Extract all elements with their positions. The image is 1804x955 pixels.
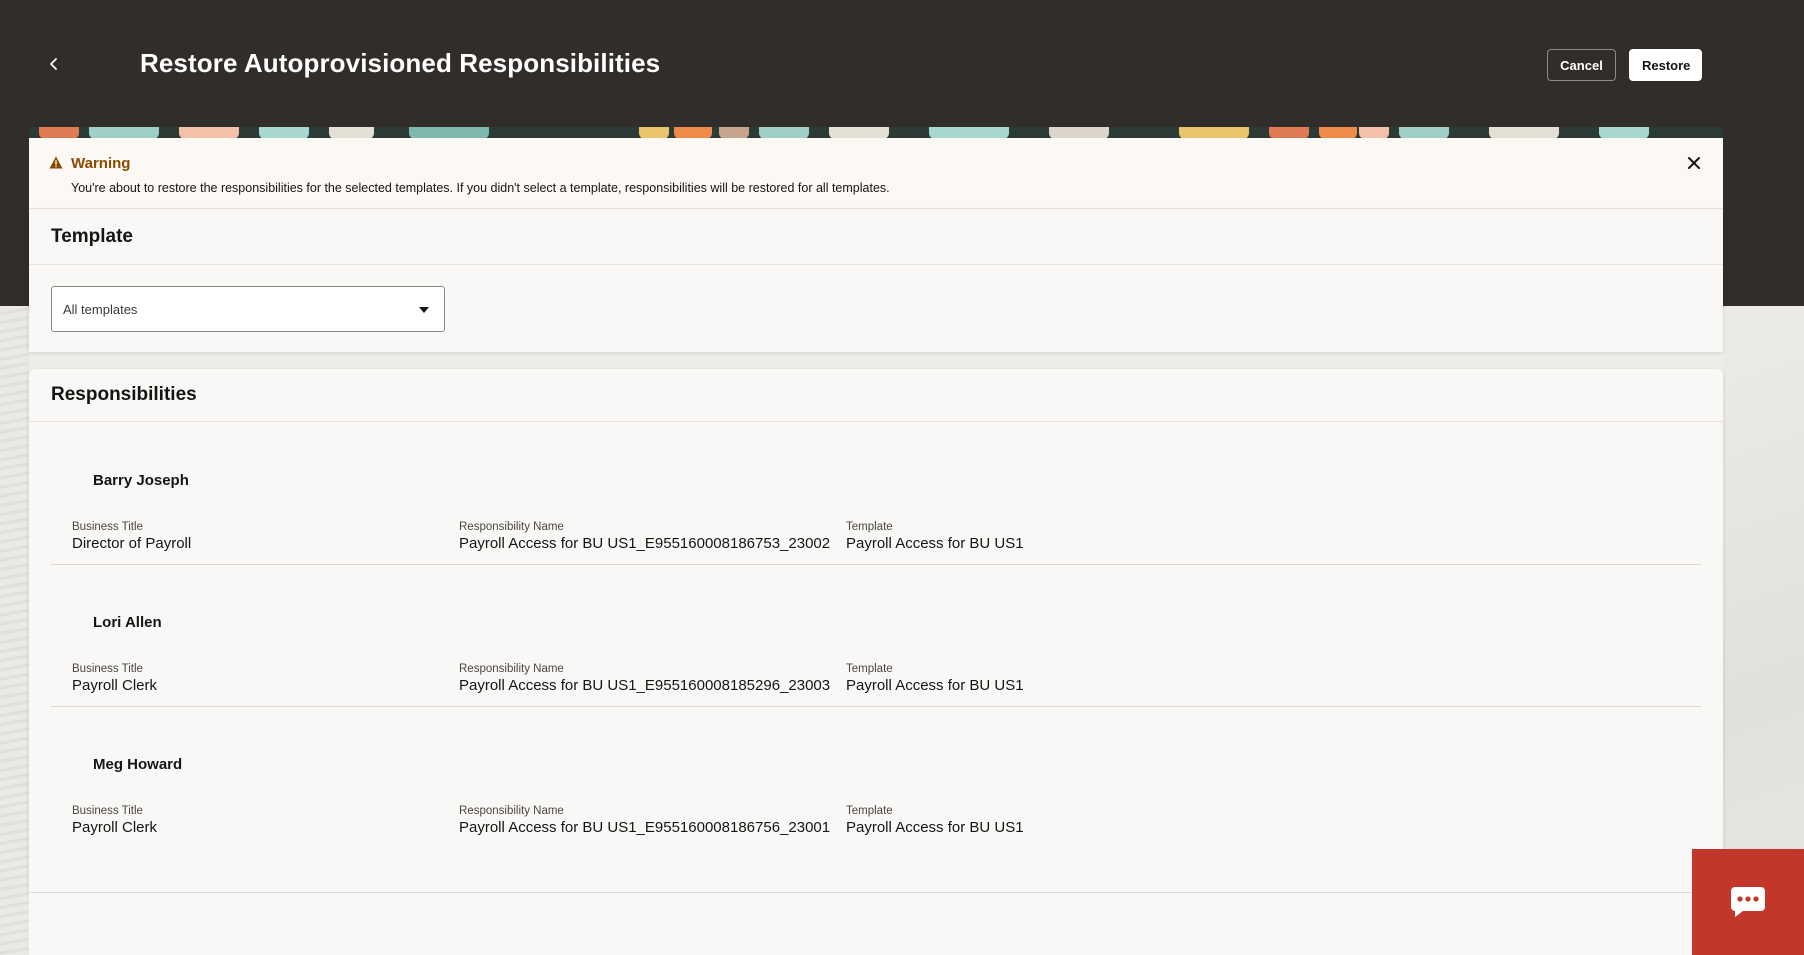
business-title-field: Business Title Director of Payroll [72, 520, 191, 553]
responsibility-name-label: Responsibility Name [459, 805, 564, 817]
business-title-value: Payroll Clerk [72, 677, 158, 694]
template-value: Payroll Access for BU US1 [846, 535, 1024, 552]
template-panel: Template All templates [29, 209, 1723, 352]
back-button[interactable] [40, 50, 68, 78]
cancel-button[interactable]: Cancel [1547, 49, 1616, 81]
business-title-field: Business Title Payroll Clerk [72, 662, 157, 695]
business-title-label: Business Title [72, 663, 143, 675]
responsibilities-heading: Responsibilities [51, 384, 197, 405]
chevron-left-icon [50, 58, 57, 70]
responsibilities-panel-header: Responsibilities [29, 369, 1723, 422]
responsibility-name-field: Responsibility Name Payroll Access for B… [459, 804, 830, 837]
business-title-value: Payroll Clerk [72, 819, 158, 836]
responsibility-name-label: Responsibility Name [459, 663, 564, 675]
template-label: Template [846, 805, 893, 817]
template-select[interactable]: All templates [51, 286, 445, 332]
responsibility-name-field: Responsibility Name Payroll Access for B… [459, 520, 830, 553]
warning-text: You're about to restore the responsibili… [71, 181, 890, 195]
page-title: Restore Autoprovisioned Responsibilities [140, 48, 661, 78]
template-label: Template [846, 663, 893, 675]
template-field: Template Payroll Access for BU US1 [846, 804, 1024, 837]
left-decorative-strip [0, 306, 29, 955]
business-title-field: Business Title Payroll Clerk [72, 804, 157, 837]
restore-button[interactable]: Restore [1629, 49, 1702, 81]
caret-down-icon [419, 307, 429, 313]
responsibilities-panel: Responsibilities Barry Joseph Business T… [29, 369, 1723, 892]
responsibility-row: Lori Allen Business Title Payroll Clerk … [51, 564, 1701, 707]
close-warning-button[interactable] [1682, 151, 1706, 175]
person-name: Barry Joseph [93, 472, 189, 489]
chat-button[interactable] [1692, 849, 1804, 955]
template-panel-header: Template [29, 209, 1723, 265]
template-value: Payroll Access for BU US1 [846, 819, 1024, 836]
business-title-value: Director of Payroll [72, 535, 192, 552]
template-select-value: All templates [63, 302, 138, 317]
responsibility-row: Meg Howard Business Title Payroll Clerk … [51, 706, 1701, 848]
responsibility-name-label: Responsibility Name [459, 521, 564, 533]
template-field: Template Payroll Access for BU US1 [846, 520, 1024, 553]
responsibility-row: Barry Joseph Business Title Director of … [51, 422, 1701, 565]
business-title-label: Business Title [72, 521, 143, 533]
warning-message: Warning You're about to restore the resp… [29, 138, 1723, 209]
template-label: Template [846, 521, 893, 533]
page-bottom-area [29, 893, 1723, 955]
responsibility-name-field: Responsibility Name Payroll Access for B… [459, 662, 830, 695]
template-value: Payroll Access for BU US1 [846, 677, 1024, 694]
responsibility-name-value: Payroll Access for BU US1_E9551600081867… [459, 819, 831, 836]
template-field: Template Payroll Access for BU US1 [846, 662, 1024, 695]
warning-title: Warning [71, 155, 131, 172]
person-name: Meg Howard [93, 756, 183, 773]
close-icon [1688, 157, 1700, 169]
business-title-label: Business Title [72, 805, 143, 817]
responsibility-name-value: Payroll Access for BU US1_E9551600081852… [459, 677, 831, 694]
responsibility-name-value: Payroll Access for BU US1_E9551600081867… [459, 535, 831, 552]
template-heading: Template [51, 225, 134, 247]
chat-bubble-icon [1731, 887, 1765, 917]
person-name: Lori Allen [93, 614, 162, 631]
warning-triangle-icon [49, 156, 63, 169]
